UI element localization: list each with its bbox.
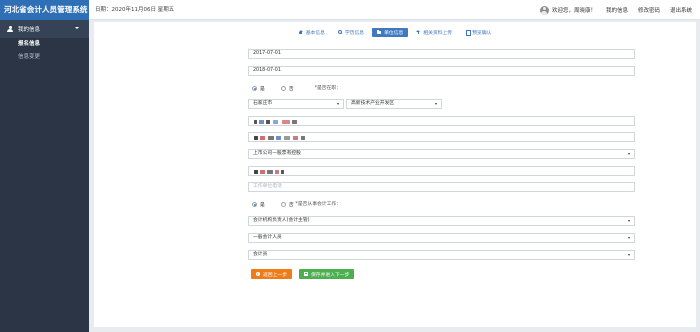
redacted-text	[275, 170, 279, 174]
row-on-job: *是否在职： 是 否	[94, 83, 696, 94]
sidebar-group-my-info[interactable]: 我的信息	[0, 20, 89, 38]
sidebar-group-label: 我的信息	[18, 27, 41, 33]
chevron-down-icon	[435, 103, 437, 105]
on-job-radios: 是 否	[252, 83, 294, 94]
redacted-text	[254, 170, 258, 174]
change-password-link[interactable]: 修改密码	[638, 6, 660, 14]
redacted-text	[260, 136, 265, 140]
row-tech-title: *专业技术职务： 会计员	[94, 250, 696, 261]
unit-phone-input[interactable]: 工作单位电话	[248, 182, 635, 192]
user-area: 欢迎您，周晓康！ 我的信息 修改密码 退出系统	[539, 0, 692, 20]
redacted-text	[292, 120, 297, 124]
search-icon	[337, 30, 343, 35]
row-economy-type: *工作单位经济类型： 上市公司—股票有控股	[94, 149, 696, 160]
row-unit-name: *工作单位全称：	[94, 132, 696, 143]
my-info-link[interactable]: 我的信息	[606, 6, 628, 14]
logout-link[interactable]: 退出系统	[670, 6, 692, 14]
tab-preview[interactable]: 预览确认	[460, 28, 496, 37]
tab-upload[interactable]: 相关资料上传	[411, 28, 457, 37]
chevron-down-icon	[628, 254, 630, 256]
main-card: 基本信息 学历信息 单位信息 相关资料上传 预览确认 开始从事会计工作时间： 2…	[94, 22, 696, 327]
avatar-icon	[539, 5, 549, 15]
on-job-no[interactable]: 否	[280, 85, 294, 92]
chevron-down-icon	[628, 220, 630, 222]
app-title: 河北省会计人员管理系统	[0, 0, 89, 20]
tab-unit-info[interactable]: 单位信息	[372, 27, 409, 37]
unit-address-input[interactable]	[248, 166, 635, 176]
accounting-work-no[interactable]: 否	[280, 201, 294, 208]
sidebar-item-registration[interactable]: 报名信息	[0, 38, 89, 51]
start-date-input[interactable]: 2017-07-01	[248, 49, 635, 59]
redacted-text	[282, 120, 290, 124]
chevron-down-icon	[337, 103, 339, 105]
row-unit-address: *工作单位地址：	[94, 166, 696, 177]
date-label: 日期：2020年11月06日 星期五	[95, 7, 175, 13]
row-region: * 工作单位隶属关系/所在地： 石家庄市 高新技术产业开发区	[94, 99, 696, 110]
on-job-label: *是否在职：	[314, 86, 341, 91]
save-next-button[interactable]: 保存并进入下一步	[299, 269, 355, 279]
sidebar: 我的信息 报名信息 信息变更	[0, 20, 89, 332]
redacted-text	[260, 170, 265, 174]
position-select[interactable]: 会计机构负责人(会计主管)	[248, 216, 635, 226]
sidebar-item-info-change[interactable]: 信息变更	[0, 51, 89, 64]
district-select[interactable]: 高新技术产业开发区	[346, 99, 442, 109]
redacted-text	[284, 136, 290, 140]
city-select[interactable]: 石家庄市	[248, 99, 344, 109]
file-icon	[465, 30, 471, 36]
row-unit-phone: 工作单位电话： 工作单位电话	[94, 182, 696, 193]
redacted-text	[293, 136, 298, 140]
row-admin-title: *会计行政职务： 一般会计人员	[94, 233, 696, 244]
radio-unchecked-icon	[280, 86, 286, 91]
redacted-text	[266, 120, 270, 124]
save-icon	[304, 272, 308, 276]
row-pro-date: 会计专业技术职称聘任时间： 2018-07-01	[94, 66, 696, 77]
row-credit-code: 统一社会信用代码：	[94, 116, 696, 127]
economy-type-select[interactable]: 上市公司—股票有控股	[248, 149, 635, 159]
accounting-work-radios: 是 否	[252, 199, 294, 210]
redacted-text	[268, 136, 274, 140]
tab-education[interactable]: 学历信息	[333, 28, 369, 37]
admin-title-select[interactable]: 一般会计人员	[248, 233, 635, 243]
back-icon	[256, 272, 260, 276]
radio-unchecked-icon	[280, 202, 286, 207]
redacted-text	[281, 170, 284, 174]
chevron-down-icon	[628, 153, 630, 155]
prev-step-button[interactable]: 返回上一步	[251, 269, 292, 279]
step-tabs: 基本信息 学历信息 单位信息 相关资料上传 预览确认	[94, 26, 696, 38]
redacted-text	[254, 136, 258, 140]
redacted-text	[273, 120, 278, 124]
top-bar: 河北省会计人员管理系统 日期：2020年11月06日 星期五 欢迎您，周晓康！ …	[0, 0, 700, 20]
accounting-work-label: *是否从事会计工作：	[295, 202, 341, 207]
radio-checked-icon	[252, 202, 257, 207]
row-start-date: 开始从事会计工作时间： 2017-07-01	[94, 49, 696, 60]
redacted-text	[259, 120, 264, 124]
chevron-down-icon	[628, 237, 630, 239]
redacted-text	[301, 136, 305, 140]
row-position: *现从事会计工作岗位： 会计机构负责人(会计主管)	[94, 216, 696, 227]
unit-name-input[interactable]	[248, 132, 635, 142]
on-job-yes[interactable]: 是	[252, 85, 265, 92]
pro-date-input[interactable]: 2018-07-01	[248, 66, 635, 76]
redacted-text	[276, 136, 281, 140]
user-icon	[7, 26, 13, 32]
tab-basic-info[interactable]: 基本信息	[294, 28, 330, 37]
welcome-text: 欢迎您，周晓康！	[551, 8, 596, 14]
tech-title-select[interactable]: 会计员	[248, 250, 635, 260]
credit-code-input[interactable]	[248, 116, 635, 126]
home-icon	[298, 30, 303, 34]
row-accounting-work: *是否从事会计工作： 是 否	[94, 199, 696, 210]
redacted-text	[267, 170, 273, 174]
radio-checked-icon	[252, 86, 257, 91]
redacted-text	[254, 120, 257, 124]
upload-icon	[416, 30, 421, 34]
folder-icon	[377, 30, 382, 34]
chevron-down-icon	[75, 27, 79, 29]
accounting-work-yes[interactable]: 是	[252, 201, 265, 208]
